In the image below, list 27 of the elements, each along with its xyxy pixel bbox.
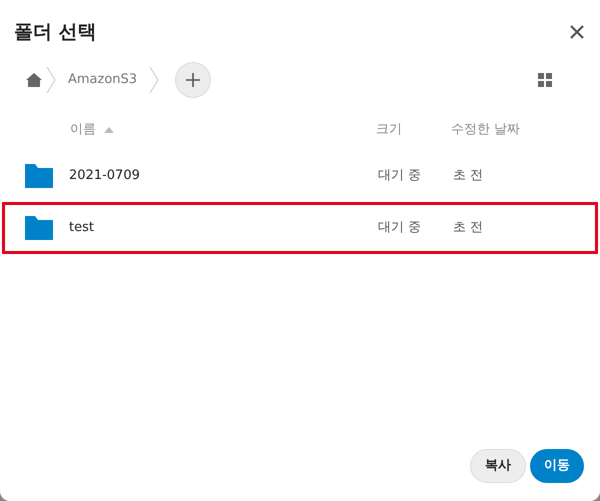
move-button[interactable]: 이동: [530, 449, 584, 483]
breadcrumb-link[interactable]: AmazonS3: [60, 70, 146, 90]
copy-button[interactable]: 복사: [470, 449, 526, 483]
home-icon: [26, 73, 42, 87]
folder-name: 2021-0709: [69, 167, 141, 186]
folder-name: test: [69, 219, 95, 238]
column-header[interactable]: 이름: [0, 120, 376, 140]
folder-row[interactable]: 2021-0709 대기 중 초 전: [2, 150, 598, 202]
column-header[interactable]: 수정한 날짜: [451, 120, 520, 140]
dialog-title: 폴더 선택: [14, 20, 97, 45]
chevron-icon: [149, 66, 160, 94]
grid-icon: [538, 73, 552, 87]
folder-icon: [25, 216, 53, 240]
date-cell-text: 초 전: [453, 219, 484, 238]
folder-row[interactable]: test 대기 중 초 전: [2, 202, 598, 254]
grid-view-button[interactable]: [538, 73, 552, 87]
home-button[interactable]: [26, 73, 42, 87]
plus-icon: [186, 73, 200, 87]
date-cell-text: 초 전: [453, 167, 484, 186]
size-cell-text: 대기 중: [378, 167, 422, 186]
close-button[interactable]: [570, 25, 584, 39]
add-button[interactable]: [175, 62, 212, 98]
close-icon: [570, 25, 584, 39]
folder-icon: [25, 164, 53, 188]
size-cell-text: 대기 중: [378, 219, 422, 238]
chevron-icon: [46, 66, 56, 94]
column-header[interactable]: 크기: [376, 120, 451, 140]
